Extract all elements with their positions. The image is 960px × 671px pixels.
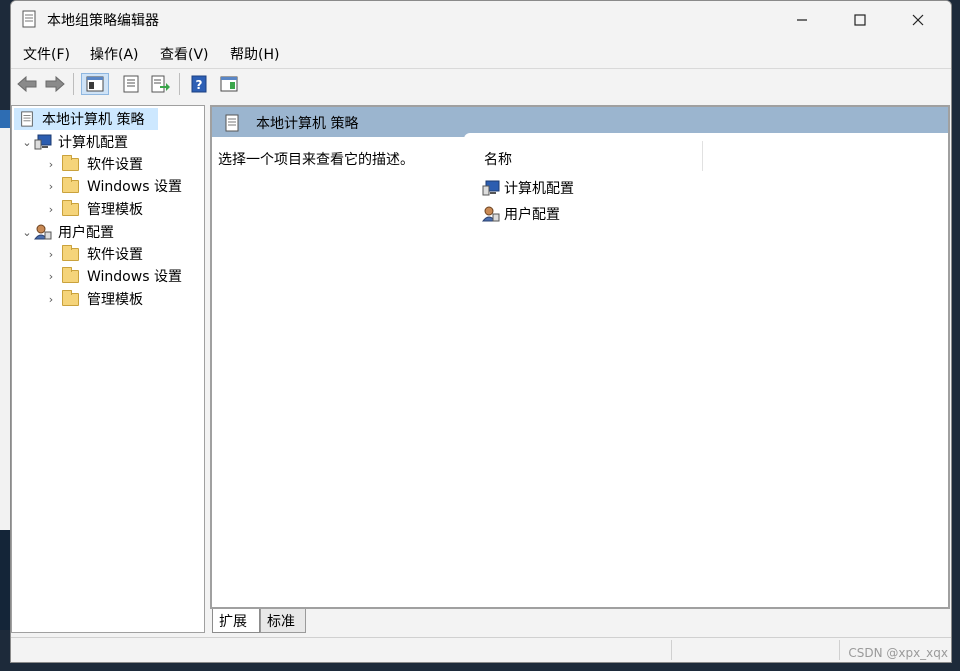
column-header-name[interactable]: 名称 xyxy=(484,149,512,169)
menu-file[interactable]: 文件(F) xyxy=(23,44,70,64)
tree-item-label: 用户配置 xyxy=(58,225,114,241)
menu-bar: 文件(F) 操作(A) 查看(V) 帮助(H) xyxy=(11,39,951,67)
tree-item-windows-settings[interactable]: › Windows 设置 xyxy=(44,265,182,287)
chevron-right-icon[interactable]: › xyxy=(44,203,58,216)
tab-label: 扩展 xyxy=(219,613,247,630)
user-icon xyxy=(34,224,52,240)
tree-item-label: 本地计算机 策略 xyxy=(42,112,145,128)
policy-scroll-icon xyxy=(225,114,239,132)
toolbar-separator xyxy=(73,73,74,95)
details-title: 本地计算机 策略 xyxy=(256,116,359,132)
action-pane-button[interactable] xyxy=(217,73,241,95)
properties-button[interactable] xyxy=(119,73,143,95)
tree-item-label: 计算机配置 xyxy=(58,135,128,151)
tree-item-label: 软件设置 xyxy=(87,157,143,173)
window-title: 本地组策略编辑器 xyxy=(47,13,159,29)
arrow-left-icon xyxy=(17,75,37,93)
computer-icon xyxy=(34,134,52,150)
minimize-button[interactable] xyxy=(779,1,825,39)
tree-item-label: 管理模板 xyxy=(87,292,143,308)
help-icon: ? xyxy=(191,75,207,93)
background-dark-area xyxy=(0,530,10,630)
details-pane: 本地计算机 策略 选择一个项目来查看它的描述。 名称 计算机配置 用户配置 xyxy=(210,105,950,609)
tree-item-admin-templates[interactable]: › 管理模板 xyxy=(44,198,143,220)
back-button[interactable] xyxy=(15,73,39,95)
tree-item-label: Windows 设置 xyxy=(87,269,182,285)
tab-extended[interactable]: 扩展 xyxy=(212,609,260,633)
chevron-down-icon[interactable]: ⌄ xyxy=(20,136,34,149)
tree-item-software-settings[interactable]: › 软件设置 xyxy=(44,153,143,175)
folder-icon xyxy=(62,244,79,261)
status-bar xyxy=(11,637,951,662)
toolbar: ? xyxy=(11,68,951,99)
show-hide-tree-button[interactable] xyxy=(81,73,109,95)
user-icon xyxy=(482,206,500,222)
menu-view[interactable]: 查看(V) xyxy=(160,44,209,64)
group-policy-editor-window: 本地组策略编辑器 文件(F) 操作(A) 查看(V) 帮助(H) ? 本地计算机… xyxy=(10,0,952,663)
tree-item-computer-config[interactable]: ⌄ 计算机配置 xyxy=(20,131,128,153)
folder-icon xyxy=(62,199,79,216)
policy-scroll-icon xyxy=(21,111,33,127)
policy-scroll-icon xyxy=(22,10,36,28)
chevron-right-icon[interactable]: › xyxy=(44,180,58,193)
properties-icon xyxy=(123,75,139,93)
details-list: 名称 计算机配置 用户配置 xyxy=(464,133,948,607)
close-button[interactable] xyxy=(895,1,941,39)
tab-standard[interactable]: 标准 xyxy=(260,609,306,633)
background-accent xyxy=(0,110,10,128)
export-list-icon xyxy=(151,75,170,93)
chevron-right-icon[interactable]: › xyxy=(44,248,58,261)
svg-text:?: ? xyxy=(196,78,203,92)
title-bar[interactable]: 本地组策略编辑器 xyxy=(11,1,951,39)
menu-help[interactable]: 帮助(H) xyxy=(230,44,279,64)
description-text: 选择一个项目来查看它的描述。 xyxy=(218,152,414,168)
close-icon xyxy=(912,14,924,26)
menu-action[interactable]: 操作(A) xyxy=(90,44,139,64)
chevron-right-icon[interactable]: › xyxy=(44,293,58,306)
chevron-right-icon[interactable]: › xyxy=(44,158,58,171)
show-hide-tree-icon xyxy=(86,76,104,92)
folder-icon xyxy=(62,289,79,306)
status-separator xyxy=(839,640,840,660)
tree-item-root[interactable]: 本地计算机 策略 xyxy=(14,108,158,130)
computer-icon xyxy=(482,180,500,196)
tree-item-label: Windows 设置 xyxy=(87,179,182,195)
tree-item-admin-templates[interactable]: › 管理模板 xyxy=(44,288,143,310)
tree-item-label: 软件设置 xyxy=(87,247,143,263)
maximize-button[interactable] xyxy=(837,1,883,39)
status-separator xyxy=(671,640,672,660)
folder-icon xyxy=(62,266,79,283)
list-item-user-config[interactable]: 用户配置 xyxy=(482,203,560,225)
folder-icon xyxy=(62,154,79,171)
arrow-right-icon xyxy=(45,75,65,93)
export-list-button[interactable] xyxy=(149,73,173,95)
chevron-down-icon[interactable]: ⌄ xyxy=(20,226,34,239)
tree-item-label: 管理模板 xyxy=(87,202,143,218)
maximize-icon xyxy=(854,14,866,26)
help-button[interactable]: ? xyxy=(187,73,211,95)
tab-label: 标准 xyxy=(267,613,295,630)
minimize-icon xyxy=(797,19,807,21)
tree-item-software-settings[interactable]: › 软件设置 xyxy=(44,243,143,265)
tree-pane: 本地计算机 策略 ⌄ 计算机配置 › 软件设置 › Windows 设置 › 管… xyxy=(11,105,205,633)
action-pane-icon xyxy=(220,76,238,92)
list-item-label: 计算机配置 xyxy=(504,181,574,197)
chevron-right-icon[interactable]: › xyxy=(44,270,58,283)
forward-button[interactable] xyxy=(43,73,67,95)
column-separator[interactable] xyxy=(702,141,703,171)
toolbar-separator xyxy=(179,73,180,95)
tree-item-user-config[interactable]: ⌄ 用户配置 xyxy=(20,221,114,243)
list-item-computer-config[interactable]: 计算机配置 xyxy=(482,177,574,199)
list-item-label: 用户配置 xyxy=(504,207,560,223)
background-window-edge xyxy=(0,110,10,630)
watermark: CSDN @xpx_xqx xyxy=(848,646,948,660)
tree-item-windows-settings[interactable]: › Windows 设置 xyxy=(44,175,182,197)
folder-icon xyxy=(62,176,79,193)
